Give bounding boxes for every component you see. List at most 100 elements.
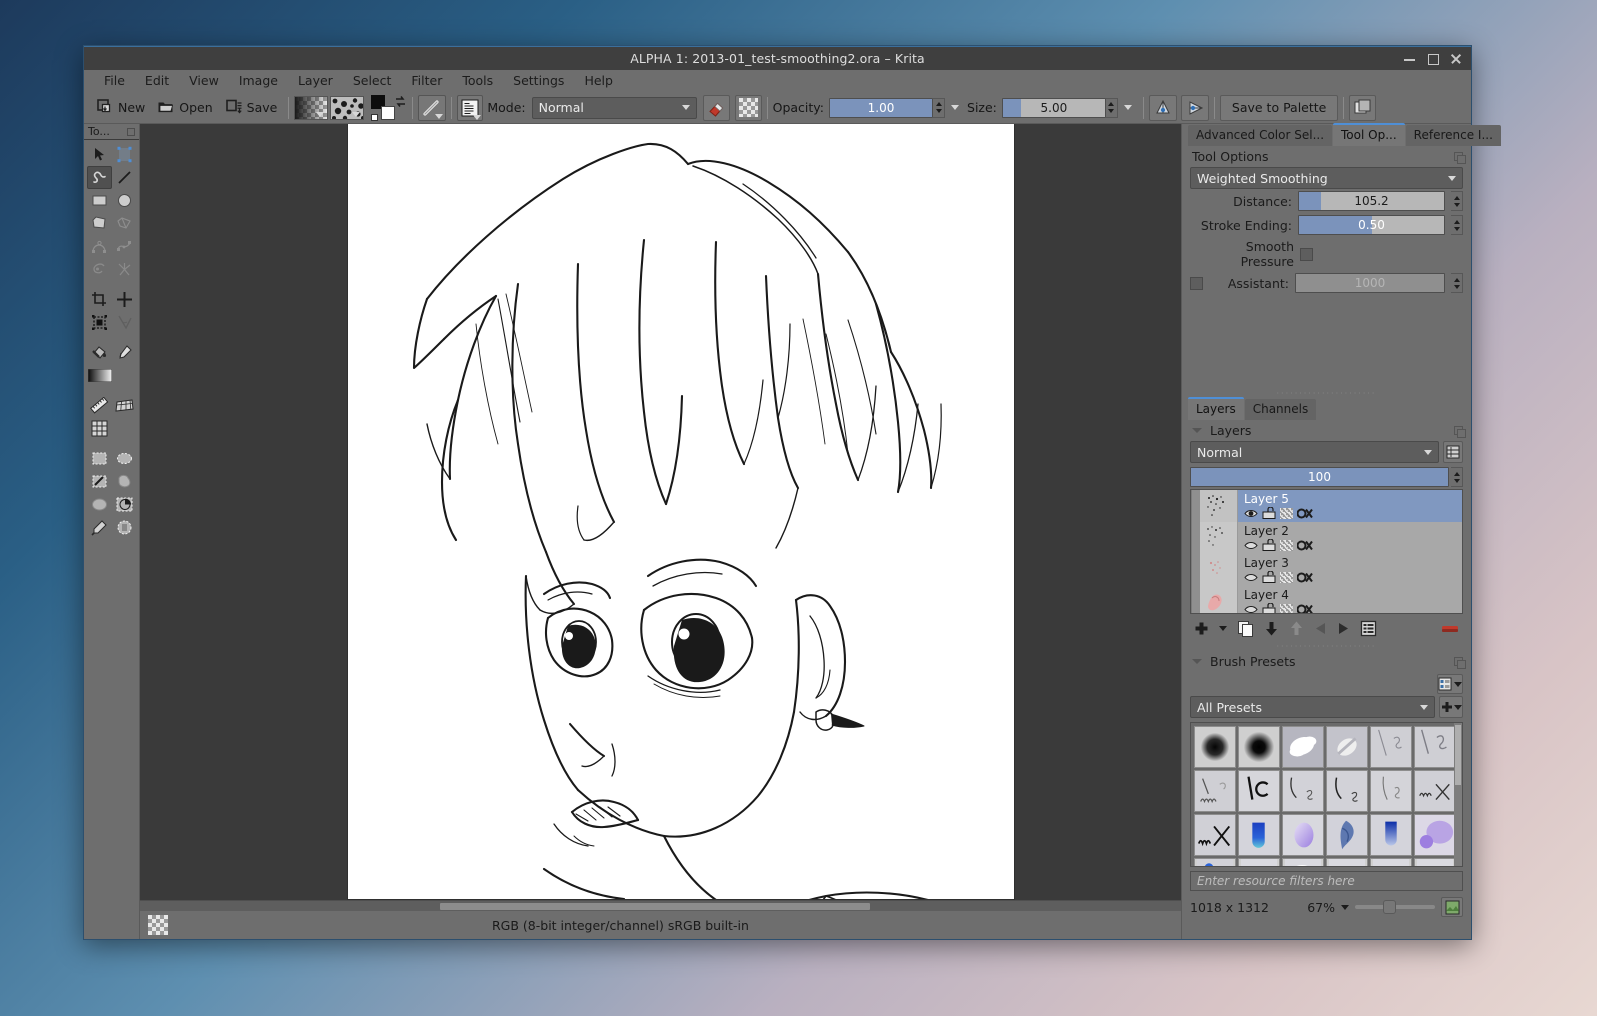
brush-editor-caret[interactable] [473, 114, 482, 120]
brush-preset-item[interactable] [1326, 858, 1368, 866]
new-document-button[interactable]: New [90, 95, 151, 121]
preset-scroll-thumb[interactable] [1455, 725, 1461, 785]
brush-preset-item[interactable] [1326, 726, 1368, 768]
layer-blend-mode-combobox[interactable]: Normal [1190, 441, 1439, 463]
menu-view[interactable]: View [179, 71, 229, 91]
gradient-chooser-button[interactable] [294, 95, 329, 120]
tab-reference-images[interactable]: Reference I... [1405, 125, 1501, 146]
distance-slider[interactable]: 105.2 [1298, 191, 1445, 211]
tool-transform[interactable] [112, 143, 137, 166]
save-to-palette-button[interactable]: Save to Palette [1219, 94, 1339, 121]
menu-edit[interactable]: Edit [135, 71, 179, 91]
layer-alpha-lock-icon[interactable] [1297, 540, 1313, 551]
size-dropdown-caret[interactable] [1123, 105, 1132, 110]
layer-alpha-lock-icon[interactable] [1297, 572, 1313, 583]
add-layer-button[interactable] [1194, 621, 1209, 636]
layer-alpha-icon[interactable] [1280, 539, 1293, 551]
tool-grid[interactable] [87, 417, 112, 440]
eraser-mode-button[interactable] [702, 94, 730, 121]
layer-visibility-icon[interactable] [1244, 572, 1258, 583]
layer-alpha-icon[interactable] [1280, 507, 1293, 519]
tool-similar-color-select[interactable] [112, 493, 137, 516]
brush-preset-item[interactable] [1370, 770, 1412, 812]
tool-gradient[interactable] [87, 364, 112, 387]
tool-fill[interactable] [87, 341, 112, 364]
tool-color-picker[interactable] [112, 341, 137, 364]
preset-filter-combobox[interactable]: All Presets [1190, 696, 1435, 718]
brush-preset-item[interactable] [1414, 858, 1456, 866]
add-preset-tag-button[interactable] [1439, 696, 1463, 718]
brush-preset-item[interactable] [1414, 726, 1456, 768]
delete-layer-button[interactable] [1441, 623, 1459, 635]
brush-preset-item[interactable] [1326, 770, 1368, 812]
tool-crop[interactable] [87, 288, 112, 311]
tool-outline-select[interactable] [112, 470, 137, 493]
add-layer-dropdown[interactable] [1219, 626, 1227, 631]
brush-preset-item[interactable] [1194, 726, 1236, 768]
maximize-button[interactable] [1426, 52, 1439, 65]
menu-select[interactable]: Select [343, 71, 402, 91]
layer-blend-mode-caret[interactable] [1424, 449, 1432, 455]
layer-row[interactable]: Layer 5 [1200, 490, 1462, 522]
tab-advanced-color-selector[interactable]: Advanced Color Sel... [1188, 125, 1333, 146]
brush-preset-item[interactable] [1370, 814, 1412, 856]
opacity-spinner[interactable] [933, 97, 946, 118]
mirror-horizontal-button[interactable] [1148, 94, 1177, 121]
move-layer-up-button[interactable] [1289, 621, 1304, 636]
brush-preset-item[interactable] [1326, 814, 1368, 856]
tool-line[interactable] [112, 166, 137, 189]
menu-tools[interactable]: Tools [452, 71, 503, 91]
blending-mode-combobox[interactable]: Normal [531, 96, 697, 119]
tool-elliptical-select[interactable] [112, 447, 137, 470]
tab-layers[interactable]: Layers [1188, 397, 1244, 420]
brush-preset-item[interactable] [1238, 858, 1280, 866]
brush-preset-item[interactable] [1194, 770, 1236, 812]
brush-preset-item[interactable] [1238, 814, 1280, 856]
stroke-ending-slider[interactable]: 0.50 [1298, 215, 1445, 235]
layer-visibility-icon[interactable] [1244, 540, 1258, 551]
blending-mode-caret[interactable] [681, 105, 690, 110]
zoom-slider-knob[interactable] [1383, 900, 1396, 914]
brush-preset-caret[interactable] [435, 113, 444, 119]
menu-image[interactable]: Image [229, 71, 288, 91]
menu-help[interactable]: Help [574, 71, 623, 91]
save-document-button[interactable]: Save [219, 95, 284, 121]
layer-alpha-lock-icon[interactable] [1297, 508, 1313, 519]
tab-channels[interactable]: Channels [1244, 399, 1317, 420]
layers-list[interactable]: Layer 5 Layer 2 Layer 3 Layer 4 [1190, 489, 1463, 614]
preset-grid-scrollbar[interactable] [1454, 723, 1462, 866]
opacity-slider[interactable]: 1.00 [829, 97, 934, 118]
dock-splitter-2[interactable]: ······················ [1182, 643, 1471, 651]
tool-polygonal-select[interactable] [87, 470, 112, 493]
tool-freehand-brush[interactable] [87, 166, 112, 189]
tool-rectangle[interactable] [87, 189, 112, 212]
preset-display-options-button[interactable] [1437, 674, 1463, 694]
toolbox-float-icon[interactable] [127, 127, 135, 136]
canvas-viewport[interactable] [140, 124, 1181, 900]
layer-visibility-icon[interactable] [1244, 604, 1258, 615]
layer-lock-icon[interactable] [1262, 507, 1276, 519]
layer-row[interactable]: Layer 2 [1200, 522, 1462, 554]
menu-file[interactable]: File [94, 71, 135, 91]
menu-settings[interactable]: Settings [503, 71, 574, 91]
gradient-dropdown-caret[interactable] [316, 111, 325, 117]
tool-move[interactable] [112, 288, 137, 311]
selection-mask-icon[interactable] [148, 915, 168, 935]
brush-presets-float-icon[interactable] [1454, 657, 1466, 669]
brush-preset-item[interactable] [1370, 858, 1412, 866]
brush-preset-chooser-button[interactable] [418, 94, 447, 121]
move-layer-down-button[interactable] [1264, 621, 1279, 636]
layer-alpha-icon[interactable] [1280, 603, 1293, 613]
mirror-vertical-button[interactable] [1180, 94, 1209, 121]
layer-row[interactable]: Layer 4 [1200, 586, 1462, 615]
tool-perspective-grid[interactable] [112, 394, 137, 417]
brush-preset-grid[interactable] [1190, 722, 1463, 867]
color-swatches[interactable] [371, 94, 407, 121]
layer-opacity-spinner[interactable] [1451, 467, 1463, 487]
tool-ruler-assistant[interactable] [87, 394, 112, 417]
smoothing-mode-combobox[interactable]: Weighted Smoothing [1190, 167, 1463, 189]
size-spinner[interactable] [1105, 97, 1118, 118]
brush-preset-item[interactable] [1282, 770, 1324, 812]
tool-options-float-icon[interactable] [1454, 152, 1466, 164]
close-button[interactable] [1449, 52, 1462, 65]
